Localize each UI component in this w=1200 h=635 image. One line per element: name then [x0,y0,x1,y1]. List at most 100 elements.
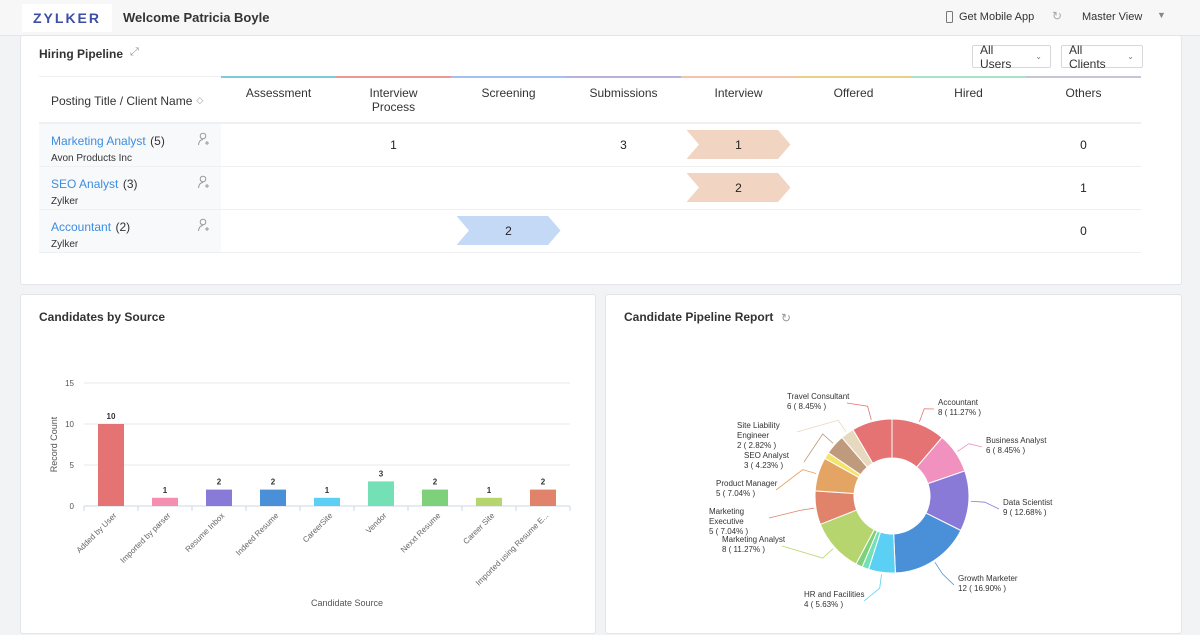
client-name: Zylker [51,196,79,207]
all-users-dropdown[interactable]: All Users ⌄ [972,43,1051,71]
bar [206,489,232,506]
stage-count-chevron[interactable]: 2 [686,173,791,202]
data-label: 1 [487,486,492,495]
candidate-pipeline-report-card: Candidate Pipeline Report ↻ Accountant 8 … [605,294,1182,634]
slice-value-label: 6 ( 8.45% ) [986,446,1025,455]
stage-label: Screening [481,86,536,100]
stage-count-chevron[interactable]: 2 [456,216,561,245]
data-label: 1 [325,486,330,495]
stage-header: Hired [911,76,1026,124]
pipeline-table: Posting Title / Client Name ◇ Assessment I… [39,76,1141,253]
refresh-icon[interactable]: ↻ [1052,9,1062,23]
stage-header: Others [1026,76,1141,124]
stage-color-bar [1026,76,1141,78]
slice-value-label: 4 ( 5.63% ) [804,600,843,609]
job-count: (5) [150,134,165,148]
x-axis-label: Candidate Source [311,598,383,608]
posting-title-header[interactable]: Posting Title / Client Name ◇ [39,76,221,124]
posting-cell: SEO Analyst (3) Zylker [39,167,221,209]
get-mobile-app-link[interactable]: Get Mobile App [946,11,1034,23]
slice-label: Growth Marketer [958,574,1018,583]
stage-label: Hired [954,86,983,100]
leader-line [768,507,815,519]
slice-label: Site Liability [737,421,780,430]
stage-count[interactable]: 0 [1026,124,1141,166]
hiring-pipeline-title: Hiring Pipeline [39,47,124,61]
hiring-pipeline-card: Hiring Pipeline ⤢ All Users ⌄ All Clients… [20,36,1182,285]
slice-value-label: 12 ( 16.90% ) [958,584,1006,593]
table-row: Accountant (2) Zylker 2 0 [39,210,1141,253]
posting-cell: Accountant (2) Zylker [39,210,221,252]
stage-count[interactable]: 1 [336,124,451,166]
leader-line [796,419,847,433]
stage-header: Assessment [221,76,336,124]
job-title-link[interactable]: SEO Analyst [51,177,118,191]
all-clients-dropdown[interactable]: All Clients ⌄ [1061,42,1143,71]
bar [314,497,340,506]
data-label: 10 [107,412,116,421]
sort-icon[interactable]: ◇ [196,95,203,106]
all-clients-label: All Clients [1069,42,1106,71]
slice-label: Marketing [709,507,744,516]
add-candidate-icon[interactable] [197,132,211,146]
slice-value-label: 3 ( 4.23% ) [744,461,783,470]
slice-value-label: 8 ( 11.27% ) [722,545,765,554]
data-label: 3 [379,469,384,478]
bar [368,481,394,506]
x-tick-label: Imported by parser [119,511,173,565]
stage-color-bar [911,76,1026,78]
job-title-link[interactable]: Accountant [51,220,111,234]
stage-label: Interview Process [369,86,418,114]
stage-color-bar [566,76,681,78]
stage-count[interactable]: 1 [1026,167,1141,209]
stage-header: Interview [681,76,796,124]
stage-count[interactable]: 3 [566,124,681,166]
data-label: 2 [217,478,222,487]
stage-label: Assessment [245,86,312,100]
chevron-down-icon: ⌄ [1127,52,1134,61]
stage-header: Offered [796,76,911,124]
stage-color-bar [796,76,911,78]
bar [260,489,286,506]
view-selector[interactable]: Master View [1082,11,1142,23]
stage-header: Screening [451,76,566,124]
y-tick-label: 0 [70,502,75,511]
logo-text: ZYLKER [33,10,101,26]
data-label: 2 [433,478,438,487]
logo[interactable]: ZYLKER [22,4,112,32]
x-tick-label: Added by User [75,511,119,555]
slice-label: SEO Analyst [744,451,790,460]
stage-count-chevron[interactable]: 1 [686,130,791,159]
y-tick-label: 15 [65,379,74,388]
leader-line [846,402,872,420]
x-tick-label: Resume Inbox [184,511,227,554]
bar [530,489,556,506]
bar [98,424,124,506]
add-candidate-icon[interactable] [197,218,211,232]
bar-chart: 0 5 10 15 Record Count 10 Added by User 1 Import… [49,379,571,608]
slice-value-label: 9 ( 12.68% ) [1003,508,1047,517]
bar [476,497,502,506]
job-count: (3) [122,177,138,191]
slice-label: Executive [709,517,744,526]
leader-line [863,574,882,602]
stage-color-bar [336,76,451,78]
slice-value-label: 8 ( 11.27% ) [938,408,981,417]
x-tick-label: Nexxt Resume [399,511,443,555]
y-tick-label: 5 [70,461,75,470]
add-candidate-icon[interactable] [197,175,211,189]
stage-count[interactable]: 0 [1026,210,1141,252]
x-tick-label: Career Site [461,511,496,546]
donut-chart: Accountant8 ( 11.27% )Business Analyst6 … [709,392,1053,609]
top-bar: ZYLKER Welcome Patricia Boyle Get Mobile… [0,0,1200,36]
slice-label: Product Manager [716,479,778,488]
slice-label: Accountant [938,398,979,407]
y-axis-label: Record Count [49,416,59,472]
posting-cell: Marketing Analyst (5) Avon Products Inc [39,124,221,166]
x-tick-label: Indeed Resume [234,511,281,558]
job-title-link[interactable]: Marketing Analyst [51,134,146,148]
slice-value-label: 5 ( 7.04% ) [709,527,748,536]
caret-down-icon[interactable]: ▼ [1157,10,1166,20]
data-label: 2 [541,478,546,487]
expand-icon[interactable]: ⤢ [130,46,139,59]
